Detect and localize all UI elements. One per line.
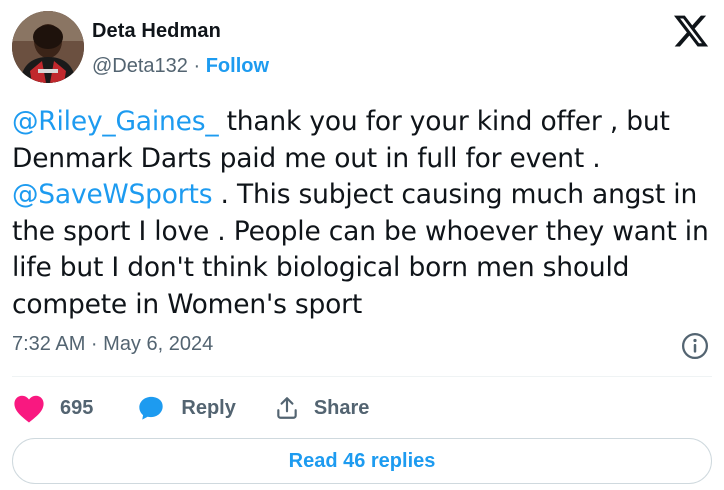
avatar[interactable] bbox=[12, 11, 84, 83]
tweet-timestamp[interactable]: 7:32 AM · May 6, 2024 bbox=[12, 333, 213, 356]
tweet-line-text: thank you for your kind offer , but bbox=[218, 106, 670, 137]
tweet-line: @Riley_Gaines_ thank you for your kind o… bbox=[12, 104, 712, 141]
read-replies-button[interactable]: Read 46 replies bbox=[12, 438, 712, 484]
tweet-line: @SaveWSports . This subject causing much… bbox=[12, 177, 712, 214]
tweet-line-text: life but I don't think biological born m… bbox=[12, 252, 630, 283]
reply-button[interactable]: Reply bbox=[137, 394, 236, 422]
share-icon bbox=[277, 397, 297, 419]
info-icon[interactable] bbox=[680, 331, 710, 361]
like-count: 695 bbox=[60, 396, 94, 419]
author-handle-row: @Deta132 · Follow bbox=[92, 55, 269, 78]
share-button[interactable]: Share bbox=[274, 394, 370, 422]
tweet-line: life but I don't think biological born m… bbox=[12, 250, 712, 287]
like-button[interactable]: 695 bbox=[12, 393, 93, 423]
tweet-line: the sport I love . People can be whoever… bbox=[12, 214, 712, 251]
divider bbox=[12, 376, 712, 377]
author-handle[interactable]: @Deta132 bbox=[92, 55, 188, 77]
tweet-card: Deta Hedman @Deta132 · Follow @Riley_Gai… bbox=[0, 0, 724, 490]
tweet-text: @Riley_Gaines_ thank you for your kind o… bbox=[12, 104, 712, 323]
tweet-line-text: . This subject causing much angst in bbox=[212, 179, 698, 210]
reply-bubble-icon bbox=[139, 396, 164, 420]
tweet-line-text: compete in Women's sport bbox=[12, 288, 363, 320]
mention-link[interactable]: @SaveWSports bbox=[12, 179, 212, 210]
author-name[interactable]: Deta Hedman bbox=[92, 20, 221, 43]
reply-label: Reply bbox=[181, 396, 236, 419]
tweet-line: compete in Women's sport bbox=[12, 287, 712, 324]
handle-separator: · bbox=[193, 55, 201, 77]
tweet-line-text: Denmark Darts paid me out in full for ev… bbox=[12, 142, 601, 174]
mention-link[interactable]: @Riley_Gaines_ bbox=[12, 106, 219, 137]
tweet-line: Denmark Darts paid me out in full for ev… bbox=[12, 141, 712, 178]
action-bar: 695 Reply Share bbox=[12, 392, 369, 424]
tweet-line-text: the sport I love . People can be whoever… bbox=[12, 215, 709, 247]
x-logo-icon[interactable] bbox=[672, 12, 710, 50]
follow-button[interactable]: Follow bbox=[206, 55, 269, 77]
heart-icon bbox=[14, 395, 44, 423]
share-label: Share bbox=[313, 396, 370, 419]
